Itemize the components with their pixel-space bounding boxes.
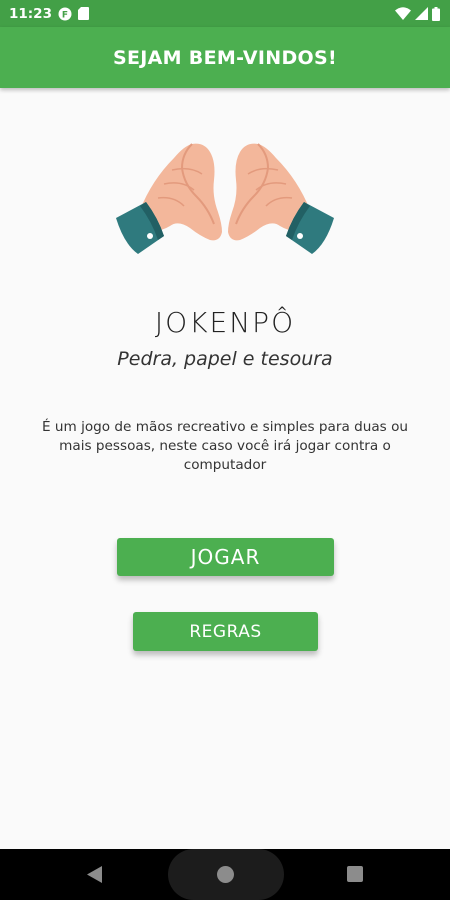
status-time: 11:23 (9, 5, 52, 22)
wifi-icon (395, 7, 411, 20)
status-bar: 11:23 F (0, 0, 450, 27)
play-button[interactable]: JOGAR (117, 538, 334, 576)
back-icon[interactable] (87, 866, 103, 887)
recents-icon[interactable] (347, 866, 363, 882)
status-right (395, 6, 440, 21)
svg-text:F: F (62, 10, 68, 20)
home-icon[interactable] (217, 866, 234, 883)
game-description: É um jogo de mãos recreativo e simples p… (41, 419, 409, 473)
right-hand (228, 143, 334, 254)
app-title: SEJAM BEM-VINDOS! (113, 46, 337, 69)
f-badge-icon: F (58, 7, 72, 21)
sd-card-icon (77, 7, 89, 20)
game-subtitle: Pedra, papel e tesoura (117, 348, 333, 370)
app-bar: SEJAM BEM-VINDOS! (0, 27, 450, 88)
game-title: JOKENPÔ (154, 306, 296, 339)
status-left: 11:23 F (9, 6, 89, 22)
battery-icon (432, 6, 440, 21)
left-hand (116, 143, 222, 254)
signal-icon (415, 7, 428, 20)
rules-button[interactable]: REGRAS (133, 612, 318, 651)
heart-hands-illustration (112, 140, 338, 270)
